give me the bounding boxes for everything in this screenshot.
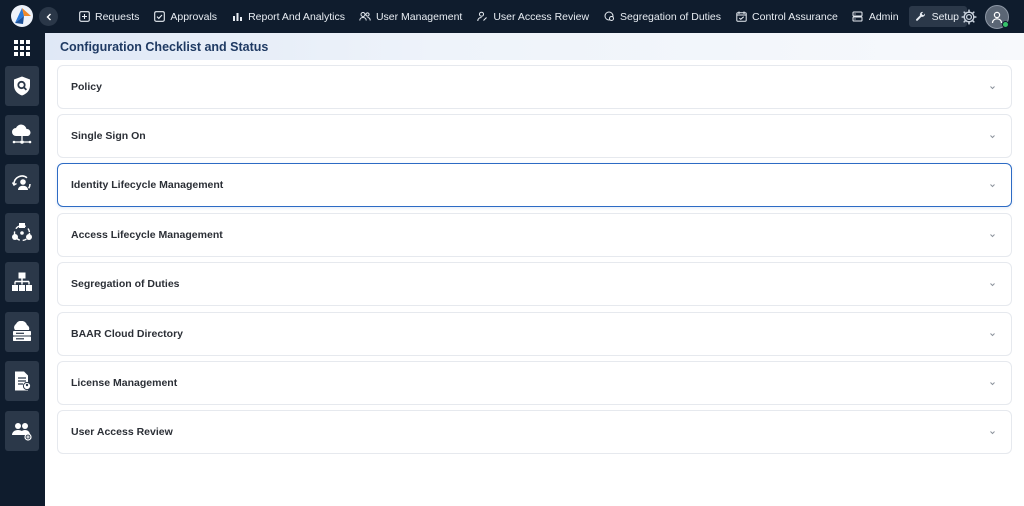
sidebar-item-document-user[interactable]: [5, 361, 39, 401]
nav-label: Admin: [868, 10, 899, 23]
accordion-label: User Access Review: [71, 426, 173, 438]
nav-label: Segregation of Duties: [620, 10, 722, 23]
page-title: Configuration Checklist and Status: [60, 39, 269, 54]
top-navigation-bar: Requests Approvals Report And Analytics …: [0, 0, 1024, 33]
accordion-policy[interactable]: Policy: [57, 65, 1012, 109]
nav-label: Control Assurance: [752, 10, 838, 23]
apps-grid-icon[interactable]: [13, 39, 31, 57]
user-sync-icon: [11, 175, 31, 190]
chevron-down-icon: [990, 283, 995, 287]
chevron-down-icon: [990, 333, 995, 337]
accordion-label: License Management: [71, 377, 178, 389]
accordion-label: Access Lifecycle Management: [71, 229, 223, 241]
cloud-network-icon: [12, 124, 32, 144]
accordion-label: Identity Lifecycle Management: [71, 179, 224, 191]
cloud-server-icon: [13, 321, 31, 341]
left-sidebar: [0, 33, 45, 506]
chevron-down-icon: [990, 135, 995, 139]
accordion-segregation-of-duties[interactable]: Segregation of Duties: [57, 262, 1012, 306]
hierarchy-icon: [12, 272, 32, 291]
collapse-back-button[interactable]: [39, 7, 58, 26]
nav-label: Requests: [95, 10, 140, 23]
user-review-icon: [476, 11, 488, 23]
nav-label: Setup: [931, 10, 960, 23]
sidebar-item-access-search[interactable]: [5, 66, 39, 106]
workflow-icon: [12, 223, 32, 242]
sidebar-item-workflow[interactable]: [5, 213, 39, 253]
users-settings-icon: [12, 423, 32, 441]
chevron-down-icon: [990, 382, 995, 386]
calendar-check-icon: [735, 11, 747, 23]
document-user-icon: [15, 371, 32, 391]
app-logo[interactable]: [11, 5, 33, 27]
nav-report-and-analytics[interactable]: Report And Analytics: [225, 0, 353, 33]
chevron-down-icon: [990, 184, 995, 188]
nav-label: Report And Analytics: [248, 10, 345, 23]
accordion-label: Segregation of Duties: [71, 278, 180, 290]
chevron-down-icon: [990, 431, 995, 435]
nav-label: User Management: [375, 10, 463, 23]
online-status-dot: [1002, 21, 1009, 28]
sidebar-item-users-settings[interactable]: [5, 411, 39, 451]
nav-approvals[interactable]: Approvals: [147, 0, 225, 33]
chevron-left-icon: [46, 13, 51, 20]
nav-requests[interactable]: Requests: [72, 0, 147, 33]
plus-box-icon: [78, 11, 90, 23]
page-header: Configuration Checklist and Status: [45, 33, 1024, 60]
accordion-baar-cloud-directory[interactable]: BAAR Cloud Directory: [57, 312, 1012, 356]
nav-user-access-review[interactable]: User Access Review: [470, 0, 597, 33]
sidebar-item-cloud-server[interactable]: [5, 312, 39, 352]
bar-chart-icon: [231, 11, 243, 23]
nav-control-assurance[interactable]: Control Assurance: [729, 0, 846, 33]
user-avatar[interactable]: [985, 5, 1009, 29]
sidebar-item-cloud-network[interactable]: [5, 115, 39, 155]
accordion-user-access-review[interactable]: User Access Review: [57, 410, 1012, 454]
main-content: Configuration Checklist and Status Polic…: [45, 33, 1024, 506]
nav-admin[interactable]: Admin: [846, 0, 907, 33]
main-nav: Requests Approvals Report And Analytics …: [72, 0, 968, 33]
users-icon: [359, 11, 371, 23]
accordion-license-management[interactable]: License Management: [57, 361, 1012, 405]
accordion-identity-lifecycle-management[interactable]: Identity Lifecycle Management: [57, 163, 1012, 207]
chevron-down-icon: [990, 86, 995, 90]
wrench-icon: [915, 11, 927, 23]
accordion-single-sign-on[interactable]: Single Sign On: [57, 114, 1012, 158]
nav-user-management[interactable]: User Management: [353, 0, 470, 33]
chevron-down-icon: [990, 234, 995, 238]
nav-label: User Access Review: [493, 10, 590, 23]
accordion-label: BAAR Cloud Directory: [71, 328, 184, 340]
accordion-access-lifecycle-management[interactable]: Access Lifecycle Management: [57, 213, 1012, 257]
nav-setup[interactable]: Setup: [908, 6, 968, 27]
server-icon: [852, 11, 864, 23]
accordion-label: Single Sign On: [71, 130, 146, 142]
settings-gear-icon[interactable]: [961, 9, 977, 25]
sidebar-item-user-sync[interactable]: [5, 164, 39, 204]
nav-label: Approvals: [170, 10, 218, 23]
nav-segregation-of-duties[interactable]: Segregation of Duties: [597, 0, 729, 33]
check-box-icon: [153, 11, 165, 23]
search-shield-icon: [14, 76, 30, 96]
sidebar-item-hierarchy[interactable]: [5, 262, 39, 302]
accordion-label: Policy: [71, 81, 102, 93]
sod-icon: [603, 11, 615, 23]
